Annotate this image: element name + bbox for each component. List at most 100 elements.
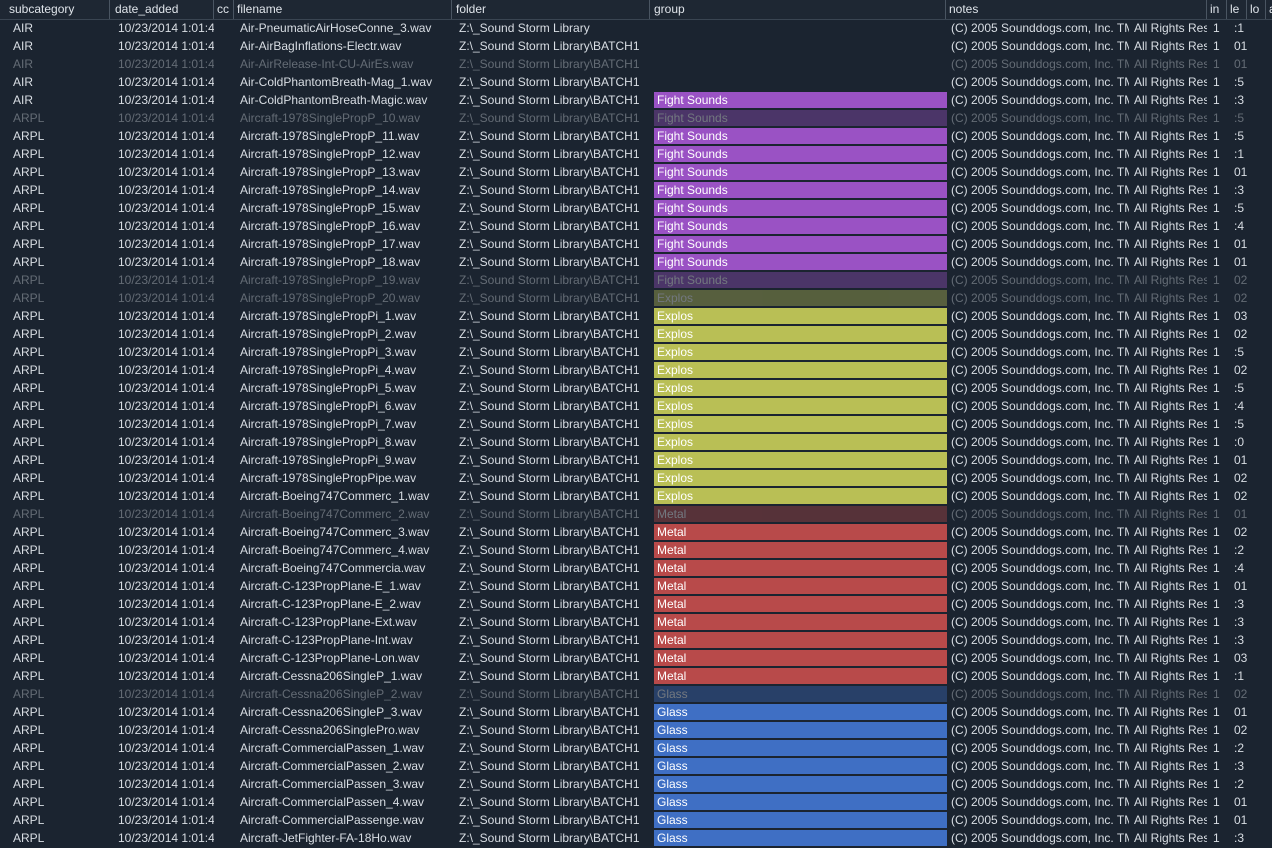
table-row[interactable]: ARPL 10/23/2014 1:01:4 Aircraft-C-123PropP… xyxy=(0,577,1272,595)
cell-subcategory: ARPL xyxy=(13,165,45,179)
header-subcategory[interactable]: subcategory xyxy=(0,0,110,19)
table-row[interactable]: ARPL 10/23/2014 1:01:4 Aircraft-1978Single… xyxy=(0,181,1272,199)
table-row[interactable]: ARPL 10/23/2014 1:01:4 Aircraft-Commercial… xyxy=(0,775,1272,793)
cell-group: Glass xyxy=(654,740,947,756)
table-row[interactable]: ARPL 10/23/2014 1:01:4 Aircraft-Commercial… xyxy=(0,739,1272,757)
cell-folder: Z:\_Sound Storm Library\BATCH1 xyxy=(459,507,640,521)
header-group[interactable]: group xyxy=(650,0,946,19)
cell-in: 1 xyxy=(1213,723,1220,737)
cell-folder: Z:\_Sound Storm Library\BATCH1 xyxy=(459,705,640,719)
cell-in: 1 xyxy=(1213,39,1220,53)
table-row[interactable]: AIR 10/23/2014 1:01:4 Air-AirBagInflations… xyxy=(0,37,1272,55)
cell-folder: Z:\_Sound Storm Library\BATCH1 xyxy=(459,75,640,89)
cell-folder: Z:\_Sound Storm Library\BATCH1 xyxy=(459,237,640,251)
table-row[interactable]: ARPL 10/23/2014 1:01:4 Aircraft-1978Single… xyxy=(0,379,1272,397)
cell-notes-rights: All Rights Res xyxy=(1134,597,1207,611)
cell-date-added: 10/23/2014 1:01:4 xyxy=(118,165,214,179)
table-row[interactable]: ARPL 10/23/2014 1:01:4 Aircraft-1978Single… xyxy=(0,325,1272,343)
cell-folder: Z:\_Sound Storm Library\BATCH1 xyxy=(459,201,640,215)
header-filename[interactable]: filename xyxy=(234,0,452,19)
table-row[interactable]: ARPL 10/23/2014 1:01:4 Aircraft-1978Single… xyxy=(0,451,1272,469)
header-in[interactable]: in xyxy=(1207,0,1227,19)
cell-le: :2 xyxy=(1234,741,1245,755)
table-row[interactable]: ARPL 10/23/2014 1:01:4 Aircraft-1978Single… xyxy=(0,361,1272,379)
cell-notes-rights: All Rights Res xyxy=(1134,777,1207,791)
table-row[interactable]: ARPL 10/23/2014 1:01:4 Aircraft-Cessna206S… xyxy=(0,703,1272,721)
cell-notes-rights: All Rights Res xyxy=(1134,687,1207,701)
table-row[interactable]: ARPL 10/23/2014 1:01:4 Aircraft-1978Single… xyxy=(0,217,1272,235)
table-row[interactable]: ARPL 10/23/2014 1:01:4 Aircraft-JetFighter… xyxy=(0,829,1272,847)
table-row[interactable]: ARPL 10/23/2014 1:01:4 Aircraft-C-123PropP… xyxy=(0,613,1272,631)
table-row[interactable]: ARPL 10/23/2014 1:01:4 Aircraft-Boeing747C… xyxy=(0,523,1272,541)
cell-date-added: 10/23/2014 1:01:4 xyxy=(118,219,214,233)
table-row[interactable]: ARPL 10/23/2014 1:01:4 Aircraft-1978Single… xyxy=(0,271,1272,289)
header-folder[interactable]: folder xyxy=(452,0,650,19)
cell-folder: Z:\_Sound Storm Library\BATCH1 xyxy=(459,417,640,431)
table-row[interactable]: ARPL 10/23/2014 1:01:4 Aircraft-Boeing747C… xyxy=(0,559,1272,577)
cell-notes-rights: All Rights Res xyxy=(1134,345,1207,359)
table-row[interactable]: ARPL 10/23/2014 1:01:4 Aircraft-1978Single… xyxy=(0,307,1272,325)
table-row[interactable]: ARPL 10/23/2014 1:01:4 Aircraft-1978Single… xyxy=(0,127,1272,145)
cell-date-added: 10/23/2014 1:01:4 xyxy=(118,291,214,305)
table-row[interactable]: ARPL 10/23/2014 1:01:4 Aircraft-Boeing747C… xyxy=(0,487,1272,505)
cell-group: Glass xyxy=(654,704,947,720)
table-row[interactable]: ARPL 10/23/2014 1:01:4 Aircraft-1978Single… xyxy=(0,433,1272,451)
table-row[interactable]: ARPL 10/23/2014 1:01:4 Aircraft-Commercial… xyxy=(0,757,1272,775)
cell-notes-rights: All Rights Res xyxy=(1134,309,1207,323)
cell-filename: Aircraft-Cessna206SinglePro.wav xyxy=(240,723,420,737)
cell-subcategory: ARPL xyxy=(13,417,45,431)
cell-filename: Aircraft-C-123PropPlane-Int.wav xyxy=(240,633,413,647)
table-row[interactable]: ARPL 10/23/2014 1:01:4 Aircraft-1978Single… xyxy=(0,397,1272,415)
cell-le: :1 xyxy=(1234,147,1245,161)
table-row[interactable]: ARPL 10/23/2014 1:01:4 Aircraft-1978Single… xyxy=(0,199,1272,217)
cell-group: Metal xyxy=(654,524,947,540)
table-row[interactable]: ARPL 10/23/2014 1:01:4 Aircraft-1978Single… xyxy=(0,145,1272,163)
table-row[interactable]: ARPL 10/23/2014 1:01:4 Aircraft-1978Single… xyxy=(0,343,1272,361)
table-row[interactable]: ARPL 10/23/2014 1:01:4 Aircraft-1978Single… xyxy=(0,289,1272,307)
cell-folder: Z:\_Sound Storm Library\BATCH1 xyxy=(459,471,640,485)
table-row[interactable]: ARPL 10/23/2014 1:01:4 Aircraft-1978Single… xyxy=(0,163,1272,181)
table-row[interactable]: ARPL 10/23/2014 1:01:4 Aircraft-Cessna206S… xyxy=(0,667,1272,685)
cell-in: 1 xyxy=(1213,327,1220,341)
header-cc[interactable]: cc xyxy=(214,0,234,19)
cell-folder: Z:\_Sound Storm Library\BATCH1 xyxy=(459,111,640,125)
table-row[interactable]: ARPL 10/23/2014 1:01:4 Aircraft-C-123PropP… xyxy=(0,649,1272,667)
cell-notes: (C) 2005 Sounddogs.com, Inc. TM xyxy=(951,21,1129,35)
table-row[interactable]: ARPL 10/23/2014 1:01:4 Aircraft-Cessna206S… xyxy=(0,685,1272,703)
cell-folder: Z:\_Sound Storm Library\BATCH1 xyxy=(459,219,640,233)
table-row[interactable]: AIR 10/23/2014 1:01:4 Air-ColdPhantomBreat… xyxy=(0,73,1272,91)
cell-notes-rights: All Rights Res xyxy=(1134,201,1207,215)
table-row[interactable]: AIR 10/23/2014 1:01:4 Air-PneumaticAirHose… xyxy=(0,19,1272,37)
table-row[interactable]: AIR 10/23/2014 1:01:4 Air-AirRelease-Int-C… xyxy=(0,55,1272,73)
table-row[interactable]: ARPL 10/23/2014 1:01:4 Aircraft-1978Single… xyxy=(0,235,1272,253)
cell-date-added: 10/23/2014 1:01:4 xyxy=(118,237,214,251)
sound-library-grid[interactable]: subcategory date_added cc filename folde… xyxy=(0,0,1272,848)
table-row[interactable]: ARPL 10/23/2014 1:01:4 Aircraft-Boeing747C… xyxy=(0,541,1272,559)
cell-notes-rights: All Rights Res xyxy=(1134,615,1207,629)
cell-date-added: 10/23/2014 1:01:4 xyxy=(118,57,214,71)
table-row[interactable]: ARPL 10/23/2014 1:01:4 Aircraft-1978Single… xyxy=(0,415,1272,433)
cell-notes-rights: All Rights Res xyxy=(1134,237,1207,251)
cell-le: :3 xyxy=(1234,831,1245,845)
table-row[interactable]: ARPL 10/23/2014 1:01:4 Aircraft-Cessna206S… xyxy=(0,721,1272,739)
table-row[interactable]: AIR 10/23/2014 1:01:4 Air-ColdPhantomBreat… xyxy=(0,91,1272,109)
header-lo[interactable]: lo xyxy=(1247,0,1266,19)
header-extra[interactable]: a xyxy=(1266,0,1272,19)
header-le[interactable]: le xyxy=(1227,0,1247,19)
table-row[interactable]: ARPL 10/23/2014 1:01:4 Aircraft-C-123PropP… xyxy=(0,631,1272,649)
cell-filename: Aircraft-1978SinglePropPi_8.wav xyxy=(240,435,417,449)
table-row[interactable]: ARPL 10/23/2014 1:01:4 Aircraft-C-123PropP… xyxy=(0,595,1272,613)
table-row[interactable]: ARPL 10/23/2014 1:01:4 Aircraft-Boeing747C… xyxy=(0,505,1272,523)
cell-notes: (C) 2005 Sounddogs.com, Inc. TM xyxy=(951,723,1129,737)
cell-notes: (C) 2005 Sounddogs.com, Inc. TM xyxy=(951,525,1129,539)
table-row[interactable]: ARPL 10/23/2014 1:01:4 Aircraft-Commercial… xyxy=(0,811,1272,829)
header-date-added[interactable]: date_added xyxy=(110,0,214,19)
cell-group: Glass xyxy=(654,722,947,738)
table-row[interactable]: ARPL 10/23/2014 1:01:4 Aircraft-1978Single… xyxy=(0,253,1272,271)
table-row[interactable]: ARPL 10/23/2014 1:01:4 Aircraft-1978Single… xyxy=(0,469,1272,487)
table-row[interactable]: ARPL 10/23/2014 1:01:4 Aircraft-1978Single… xyxy=(0,109,1272,127)
cell-folder: Z:\_Sound Storm Library\BATCH1 xyxy=(459,633,640,647)
cell-filename: Aircraft-1978SinglePropP_14.wav xyxy=(240,183,421,197)
table-row[interactable]: ARPL 10/23/2014 1:01:4 Aircraft-Commercial… xyxy=(0,793,1272,811)
header-notes[interactable]: notes xyxy=(946,0,1207,19)
